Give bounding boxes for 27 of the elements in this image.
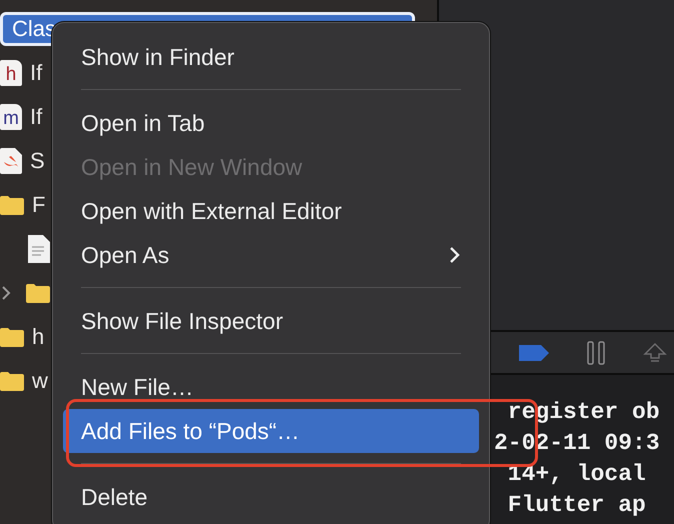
folder-icon <box>0 195 24 215</box>
folder-name[interactable]: w <box>32 368 48 394</box>
menu-item[interactable]: Open in Tab <box>63 101 479 145</box>
menu-item[interactable]: Show in Finder <box>63 35 479 79</box>
disclosure-chevron-icon[interactable] <box>0 285 12 301</box>
folder-icon <box>0 371 24 391</box>
folder-icon <box>26 283 50 303</box>
console-line: Flutter ap <box>506 491 647 520</box>
header-file-icon: h <box>0 60 22 86</box>
menu-item[interactable]: Open As <box>63 233 479 277</box>
breakpoint-icon[interactable] <box>519 344 549 360</box>
menu-item[interactable]: Add Files to “Pods“… <box>63 409 479 453</box>
swift-file-icon <box>0 148 22 174</box>
file-name[interactable]: If <box>30 60 42 86</box>
folder-name[interactable]: h <box>32 324 44 350</box>
pause-icon[interactable] <box>587 340 605 364</box>
folder-name[interactable]: F <box>32 192 46 218</box>
menu-item[interactable]: Delete <box>63 475 479 519</box>
document-icon <box>28 235 50 263</box>
menu-item[interactable]: Show File Inspector <box>63 299 479 343</box>
source-file-icon: m <box>0 104 22 130</box>
folder-icon <box>0 327 24 347</box>
menu-item[interactable]: New File… <box>63 365 479 409</box>
file-name[interactable]: If <box>30 104 42 130</box>
menu-item[interactable]: Open with External Editor <box>63 189 479 233</box>
step-out-icon[interactable] <box>643 342 667 364</box>
file-name[interactable]: S <box>30 148 45 174</box>
